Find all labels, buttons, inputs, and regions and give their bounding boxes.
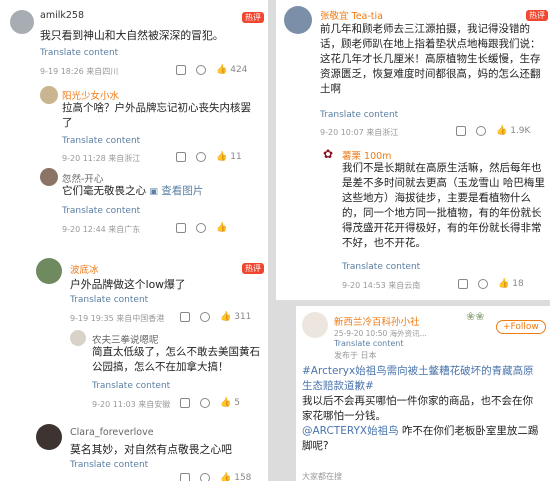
reply-actions: 👍 18 [458,279,524,289]
reply-actions: 👍 11 [176,152,242,162]
rose-avatar[interactable]: ✿ [320,146,336,162]
follow-button[interactable]: +Follow [496,320,546,334]
avatar[interactable] [284,6,312,34]
post-text: 我以后不会再买哪怕一件你家的商品，也不会在你家花哪怕一分钱。 [302,395,533,422]
like-icon[interactable]: 👍 [216,65,227,75]
comment-icon[interactable] [476,126,486,136]
post-username[interactable]: 新西兰冷百科孙小社 [334,314,420,328]
translate-link[interactable]: Translate content [342,262,420,272]
share-icon[interactable] [180,473,190,481]
comment-username[interactable]: Clara_foreverlove [70,427,154,438]
reply-actions: 👍 [176,223,227,233]
comment-text: 户外品牌做这个low爆了 [70,278,186,291]
reply-text: 简直太低级了，怎么不敢去美国黄石公园搞，怎么不在加拿大搞！ [92,346,260,373]
avatar[interactable] [70,330,86,346]
reply-text: 我们不是长期就在高原生活嘛，然后每年也是差不多时间就去更高（玉龙雪山 哈巴梅里这… [342,162,545,249]
comment-username[interactable]: amilk258 [40,10,84,21]
hot-comment-badge: 热评 [242,12,264,23]
hot-comment-badge: 热评 [242,263,264,274]
post-panel: 新西兰冷百科孙小社 ❀❀ +Follow 25-9-20 10:50 海外资讯.… [296,306,550,481]
comment-actions: 👍 158 [180,473,251,481]
comment-meta: 9-20 10:07 来自浙江 [320,128,399,137]
comment-icon[interactable] [478,279,488,289]
translate-link[interactable]: Translate content [62,136,140,146]
like-count: 5 [234,398,240,408]
comment-icon[interactable] [196,65,206,75]
left-comments-panel: amilk258 热评 我只看到神山和大自然被深深的冒犯。 Translate … [0,0,268,481]
translate-link[interactable]: Translate content [62,206,140,216]
post-text-mention: @ARCTERYX始祖鸟 咋不在你们老板卧室里放二踢脚呢? [302,425,539,452]
hot-comment-badge: 热评 [526,10,548,21]
post-location: 发布于 日本 [334,351,377,360]
reply-meta: 9-20 14:53 来自云南 [342,281,421,290]
reply-meta: 9-20 11:28 来自浙江 [62,154,141,163]
like-count: 11 [230,152,242,162]
share-icon[interactable] [180,312,190,322]
like-icon[interactable]: 👍 [220,473,231,481]
reply-text: 拉高个啥？户外品牌忘记初心丧失内核罢了 [62,102,251,129]
like-icon[interactable]: 👍 [220,312,231,322]
mention-link[interactable]: @ARCTERYX始祖鸟 [302,425,399,437]
comment-text: 我只看到神山和大自然被深深的冒犯。 [40,29,224,42]
share-icon[interactable] [458,279,468,289]
comment-username[interactable]: 张敬宜 Tea-tia [320,8,383,22]
avatar[interactable] [10,10,34,34]
like-icon[interactable]: 👍 [496,126,507,136]
translate-link[interactable]: Translate content [40,48,118,58]
view-image-link[interactable]: 查看图片 [161,185,203,197]
comment-actions: 👍 1.9K [456,126,530,136]
reply-username[interactable]: 薯栗 100m [342,148,391,162]
image-icon[interactable]: ▣ [149,187,158,197]
translate-link[interactable]: Translate content [320,110,398,120]
reply-actions: 👍 5 [180,398,240,408]
avatar[interactable] [40,86,58,104]
comment-text: 莫名其妙，对自然有点敬畏之心吧 [70,443,232,456]
share-icon[interactable] [456,126,466,136]
like-icon[interactable]: 👍 [216,223,227,233]
reply-username[interactable]: 阳光少女小水 [62,88,119,102]
avatar[interactable] [36,258,62,284]
comment-text: 前几年和顾老师去三江源拍摄，我记得没错的话，顾老师趴在地上指着垫状点地梅跟我们说… [320,23,541,95]
like-icon[interactable]: 👍 [216,152,227,162]
reply-meta: 9-20 12:44 来自广东 [62,225,141,234]
post-meta: 25-9-20 10:50 海外资讯... [334,329,427,338]
comment-meta: 9-19 19:35 来自中国香港 [70,314,165,323]
share-icon[interactable] [180,398,190,408]
avatar[interactable] [36,424,62,450]
reply-username[interactable]: 忽然-开心 [62,171,103,185]
like-count: 18 [512,279,524,289]
reply-text: 它们毫无敬畏之心 ▣ 查看图片 [62,185,204,197]
like-count: 311 [234,312,252,322]
translate-link[interactable]: Translate content [70,295,148,305]
comment-icon[interactable] [200,473,210,481]
avatar[interactable] [302,312,328,338]
translate-link[interactable]: Translate content [70,460,148,470]
translate-link[interactable]: Translate content [334,339,404,348]
comment-icon[interactable] [200,398,210,408]
trending-label: 大家都在搜 [302,472,342,481]
reply-username[interactable]: 农夫三拳说嗯呢 [92,332,159,346]
comment-actions: 👍 311 [180,312,251,322]
share-icon[interactable] [176,65,186,75]
comment-meta: 9-19 18:26 来自四川 [40,67,119,76]
like-count: 158 [234,473,252,481]
like-count: 1.9K [510,126,531,136]
reply-meta: 9-20 11:03 来自安徽 [92,400,171,409]
like-icon[interactable]: 👍 [220,398,231,408]
like-icon[interactable]: 👍 [498,279,509,289]
comment-actions: 👍 424 [176,65,247,75]
avatar[interactable] [40,168,58,186]
comment-username[interactable]: 波底冰 [70,262,99,276]
right-comments-panel: 张敬宜 Tea-tia 热评 前几年和顾老师去三江源拍摄，我记得没错的话，顾老师… [276,0,550,300]
translate-link[interactable]: Translate content [92,381,170,391]
topic-hashtag[interactable]: #Arcteryx始祖鸟需向被土鳖糟花破坏的青藏高原生态赔款道歉# [302,364,542,394]
like-count: 424 [230,65,248,75]
comment-icon[interactable] [196,152,206,162]
share-icon[interactable] [176,152,186,162]
comment-icon[interactable] [200,312,210,322]
share-icon[interactable] [176,223,186,233]
comment-icon[interactable] [196,223,206,233]
